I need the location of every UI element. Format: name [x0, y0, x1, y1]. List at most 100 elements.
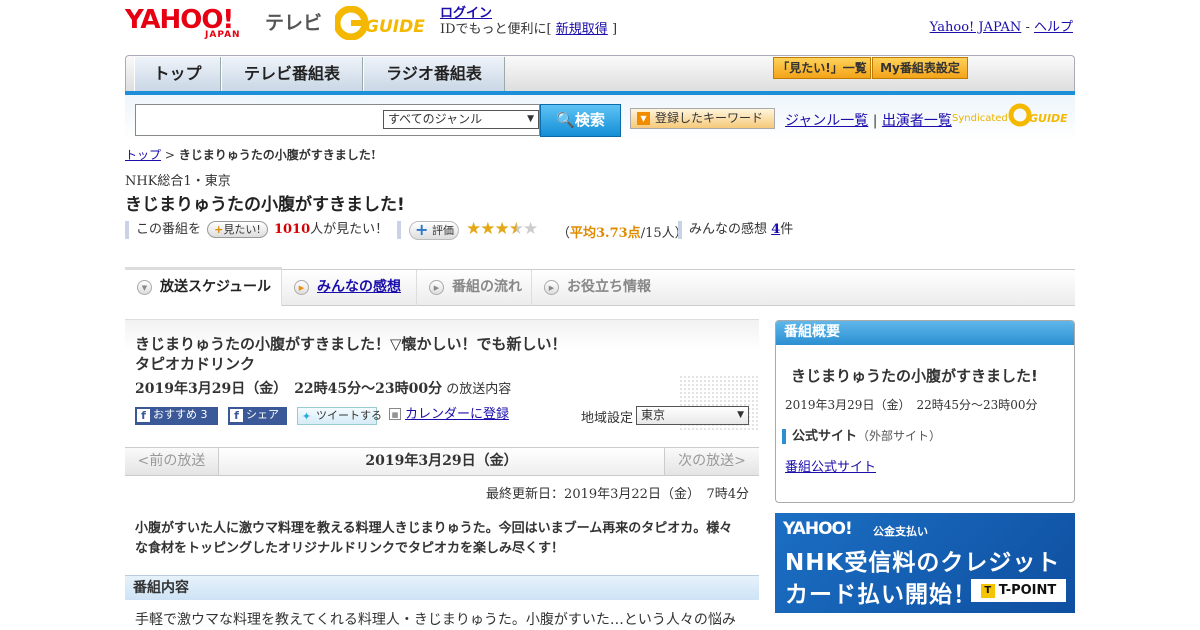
official-site-link[interactable]: 番組公式サイト: [785, 456, 876, 475]
play-icon: ▶: [294, 280, 309, 295]
ad-yahoo-logo: YAHOO!: [783, 519, 853, 539]
segment-divider: [397, 221, 401, 239]
overview-heading: 番組概要: [776, 321, 1074, 345]
dropdown-arrow-icon: ▼: [737, 410, 744, 420]
facebook-icon: f: [137, 409, 150, 422]
login-sub-text: IDでもっと便利に[: [440, 22, 552, 37]
episode-datetime: 2019年3月29日（金） 22時45分～23時00分 の放送内容: [135, 378, 511, 398]
content-tabs: ▼ 放送スケジュール ▶ みんなの感想 ▶ 番組の流れ ▶ お役立ち情報: [125, 267, 1075, 306]
genre-list-link[interactable]: ジャンル一覧: [785, 113, 868, 129]
yahoo-japan-link[interactable]: Yahoo! JAPAN: [930, 20, 1022, 35]
mitai-segment: この番組を +見たい! 1010人が見たい！: [125, 221, 388, 239]
tv-label[interactable]: テレビ: [265, 8, 322, 35]
facebook-icon: f: [230, 409, 243, 422]
empty-star-icon: ★: [523, 219, 538, 239]
star-icon: ★: [480, 219, 495, 239]
nhk-payment-banner[interactable]: YAHOO! 公金支払い NHK受信料のクレジット カード払い開始！ T T-PO…: [775, 513, 1075, 613]
tab-info-label: お役立ち情報: [567, 279, 651, 295]
breadcrumb: トップ > きじまりゅうたの小腹がすきました!: [125, 146, 376, 163]
tab-flow-label: 番組の流れ: [452, 279, 522, 295]
star-icon: ★: [494, 219, 510, 239]
last-updated: 最終更新日：2019年3月22日（金） 7時4分: [486, 487, 749, 502]
login-link[interactable]: ログイン: [440, 6, 492, 21]
mitai-button-label: 見たい!: [223, 223, 261, 236]
registered-keyword-button[interactable]: ▼ 登録したキーワード: [630, 108, 775, 129]
official-site-label: 公式サイト（外部サイト）: [782, 429, 941, 444]
broadcast-date: 2019年3月29日（金）: [365, 453, 518, 469]
impressions-label: みんなの感想: [689, 222, 768, 237]
hyoka-button[interactable]: + 評価: [409, 221, 459, 240]
mitai-button[interactable]: +見たい!: [207, 221, 268, 238]
episode-body: 手軽で激ウマな料理を教えてくれる料理人・きじまりゅうた。小腹がすいた…という人々…: [135, 612, 736, 628]
tab-flow: ▶ 番組の流れ: [417, 270, 532, 306]
overview-title: きじまりゅうたの小腹がすきました!: [791, 367, 1038, 385]
play-icon: ▶: [544, 280, 559, 295]
global-nav: トップ テレビ番組表 ラジオ番組表 「見たい!」一覧 My番組表設定: [125, 55, 1075, 93]
tab-info: ▶ お役立ち情報: [532, 270, 662, 306]
mitai-suffix: 人が見たい！: [310, 222, 389, 237]
page: YAHOO! JAPAN テレビ GUIDE ログイン IDでもっと便利に[ 新…: [125, 0, 1075, 630]
impressions-suffix: 件: [780, 222, 794, 237]
fb-share-button[interactable]: f シェア: [228, 407, 287, 425]
section-heading-content: 番組内容: [125, 575, 759, 600]
star-rating: ★★★★★: [466, 219, 538, 239]
tpoint-badge: T T-POINT: [971, 579, 1066, 602]
this-program-label: この番組を: [136, 222, 202, 237]
region-select[interactable]: 東京 ▼: [636, 406, 749, 425]
plus-icon: +: [415, 220, 429, 239]
tweet-button[interactable]: ✦ ツイートする: [297, 407, 382, 425]
ad-kokin-label: 公金支払い: [873, 525, 928, 538]
register-link[interactable]: 新規取得: [556, 22, 608, 37]
twitter-icon: ✦: [301, 410, 312, 423]
fb-share-label: シェア: [246, 408, 279, 421]
region-select-value: 東京: [641, 408, 666, 422]
tpoint-label: T-POINT: [998, 583, 1057, 598]
next-broadcast-button[interactable]: 次の放送>: [664, 448, 759, 475]
impressions-count-link[interactable]: 4: [771, 222, 780, 237]
dropdown-arrow-icon: ▼: [527, 114, 534, 124]
fb-recommend-button[interactable]: f おすすめ 3: [135, 407, 218, 425]
nav-tab-tv[interactable]: テレビ番組表: [221, 57, 363, 92]
tab-schedule[interactable]: ▼ 放送スケジュール: [125, 267, 282, 306]
official-site-title: 公式サイト: [792, 429, 858, 444]
performer-list-link[interactable]: 出演者一覧: [882, 113, 952, 129]
avg-score: 平均3.73点: [570, 226, 641, 241]
overview-datetime: 2019年3月29日（金） 22時45分～23時00分: [785, 398, 1038, 412]
star-icon: ★: [466, 219, 481, 239]
nav-tab-top[interactable]: トップ: [134, 57, 221, 92]
calendar-icon: ▦: [389, 408, 401, 420]
plus-icon: +: [214, 223, 224, 236]
overview-box: 番組概要 きじまりゅうたの小腹がすきました! 2019年3月29日（金） 22時…: [775, 320, 1075, 503]
mitai-count: 1010: [273, 222, 311, 237]
bracket-close: ]: [611, 22, 618, 37]
help-link[interactable]: ヘルプ: [1034, 20, 1073, 35]
my-bangumi-button[interactable]: My番組表設定: [872, 57, 968, 79]
yahoo-japan-label: JAPAN: [205, 30, 241, 40]
calendar-link[interactable]: ▦ カレンダーに登録: [387, 407, 509, 425]
fb-recommend-label: おすすめ 3: [153, 408, 208, 421]
broadcast-date-nav: <前の放送 2019年3月29日（金） 次の放送>: [125, 447, 759, 476]
gguide-logo[interactable]: GUIDE: [335, 6, 431, 40]
search-area: すべてのジャンル ▼ 🔍検索 ▼ 登録したキーワード ジャンル一覧 | 出演者一…: [125, 95, 1075, 140]
episode-datetime-suffix: の放送内容: [446, 382, 512, 397]
breadcrumb-top-link[interactable]: トップ: [125, 148, 161, 162]
svg-text:GUIDE: GUIDE: [365, 17, 425, 37]
impressions-segment: みんなの感想 4件: [678, 221, 793, 239]
channel-label: NHK総合1・東京: [125, 174, 231, 189]
hyoka-button-label: 評価: [432, 224, 454, 237]
search-button[interactable]: 🔍検索: [540, 104, 621, 137]
breadcrumb-current: きじまりゅうたの小腹がすきました!: [178, 148, 377, 162]
search-links-divider: |: [872, 113, 878, 129]
search-links: ジャンル一覧 | 出演者一覧: [785, 110, 952, 130]
ad-headline-2: カード払い開始！: [785, 582, 977, 608]
genre-select[interactable]: すべてのジャンル ▼: [383, 110, 539, 129]
tab-impressions[interactable]: ▶ みんなの感想: [282, 270, 417, 306]
nav-tab-radio[interactable]: ラジオ番組表: [363, 57, 505, 92]
mitai-list-button[interactable]: 「見たい!」一覧: [773, 57, 871, 79]
login-box: ログイン IDでもっと便利に[ 新規取得 ]: [440, 6, 617, 38]
syndicated-label: Syndicated: [952, 113, 1008, 124]
header-sep: -: [1025, 20, 1030, 35]
prev-broadcast-button[interactable]: <前の放送: [125, 448, 219, 475]
syndicated-gguide-logo: Syndicated GUIDE: [952, 103, 1067, 127]
search-button-label: 検索: [574, 111, 605, 129]
